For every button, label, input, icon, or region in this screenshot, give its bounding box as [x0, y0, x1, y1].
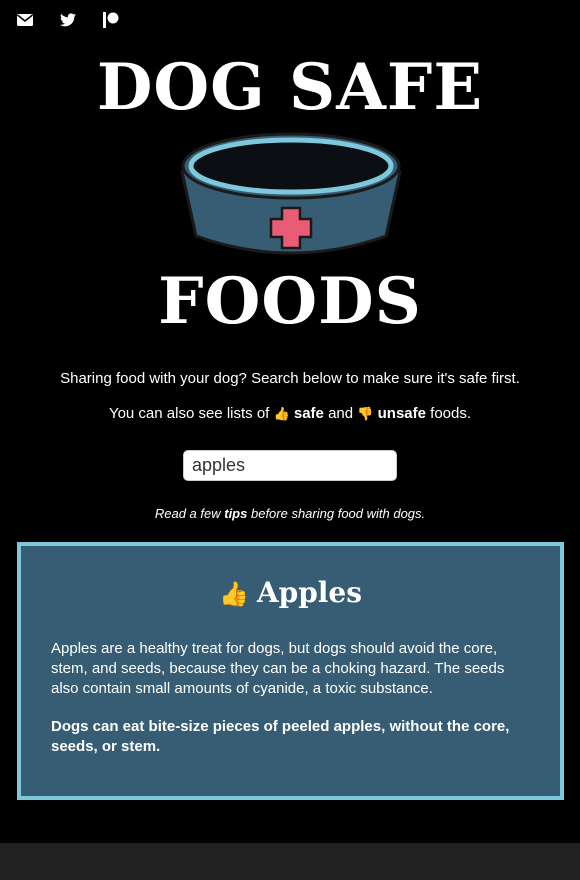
food-search-input[interactable]: [183, 450, 397, 481]
intro: Sharing food with your dog? Search below…: [0, 370, 580, 422]
footer: [0, 843, 580, 880]
patreon-icon: [103, 12, 119, 28]
lists-line: You can also see lists of 👍 safe and 👎 u…: [0, 405, 580, 422]
tips-link[interactable]: tips: [224, 506, 247, 521]
tips-line: Read a few tips before sharing food with…: [0, 506, 580, 521]
lists-prefix: You can also see lists of: [108, 405, 270, 422]
food-name: Apples: [256, 576, 362, 609]
result-description: Apples are a healthy treat for dogs, but…: [51, 640, 505, 697]
result-title: 👍 Apples: [21, 576, 560, 609]
thumbs-up-icon: 👍: [273, 406, 290, 421]
result-card: 👍 Apples Apples are a healthy treat for d…: [17, 542, 564, 800]
twitter-icon: [60, 13, 76, 27]
thumbs-up-icon: 👍: [219, 579, 249, 608]
and-text: and: [328, 405, 354, 422]
twitter-link[interactable]: [60, 10, 76, 30]
unsafe-foods-link[interactable]: unsafe: [378, 405, 426, 422]
tips-suffix: before sharing food with dogs.: [250, 506, 426, 521]
thumbs-down-icon: 👎: [357, 406, 374, 421]
envelope-icon: [17, 14, 33, 26]
social-links: [17, 10, 146, 30]
tips-prefix: Read a few: [154, 506, 221, 521]
patreon-link[interactable]: [103, 10, 119, 30]
site-title-bottom: FOODS: [158, 264, 422, 339]
lists-suffix: foods.: [430, 405, 472, 422]
safe-foods-link[interactable]: safe: [294, 405, 324, 422]
intro-line: Sharing food with your dog? Search below…: [60, 370, 520, 387]
dog-bowl-logo: [180, 132, 402, 255]
site-title-top: DOG SAFE: [96, 50, 484, 125]
result-verdict: Dogs can eat bite-size pieces of peeled …: [51, 718, 510, 755]
email-link[interactable]: [17, 10, 33, 30]
page: DOG SAFE FOODS Sharing food with your do…: [0, 0, 580, 880]
